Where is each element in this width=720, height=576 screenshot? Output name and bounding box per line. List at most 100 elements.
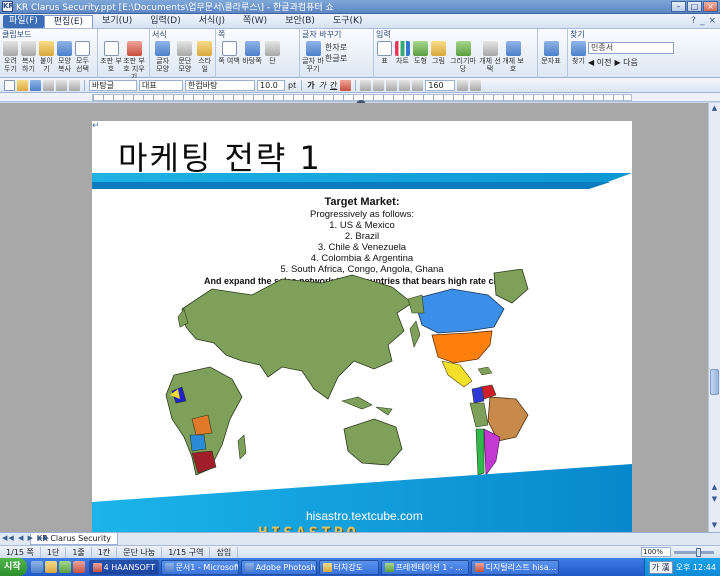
columns-button[interactable]: 단 xyxy=(264,40,281,65)
folder-icon[interactable] xyxy=(44,561,57,573)
menu-edit[interactable]: 편집(E) xyxy=(43,14,94,28)
close-button[interactable]: × xyxy=(703,1,718,12)
find-input[interactable]: 민종서 xyxy=(588,42,674,54)
scroll-prev-page-icon[interactable]: ▲ xyxy=(710,483,719,492)
table-button[interactable]: 표 xyxy=(376,40,393,73)
print-icon[interactable] xyxy=(43,79,54,91)
format-painter-button[interactable]: 모양 복사 xyxy=(56,40,73,73)
slide-page[interactable]: ↵ 마케팅 전략 1 Target Market: Progressively … xyxy=(92,121,632,532)
to-hangul-button[interactable]: 한글로 xyxy=(325,53,347,64)
style-button[interactable]: 스타일 xyxy=(197,40,213,73)
menu-view[interactable]: 보기(U) xyxy=(93,15,141,28)
paste-button[interactable]: 붙이기 xyxy=(38,40,55,73)
zoom-slider[interactable] xyxy=(674,547,714,557)
task-digital-list[interactable]: 디지털리스트 hisa... xyxy=(470,559,559,575)
picture-button[interactable]: 그림 xyxy=(430,40,447,73)
open-folder-icon[interactable] xyxy=(17,79,28,91)
caribbean-region xyxy=(477,366,493,376)
task-touch[interactable]: 터치강도 xyxy=(318,559,379,575)
indent-icon[interactable] xyxy=(457,79,469,91)
object-select-button[interactable]: 개체 선택 xyxy=(479,40,501,73)
status-insert-mode[interactable]: 삽입 xyxy=(210,546,239,558)
tab-nav-arrows[interactable]: ◀◀ ◀ ▶ ▶▶ xyxy=(2,534,50,542)
desktop-icon[interactable] xyxy=(58,561,71,573)
task-photoshop[interactable]: Adobe Photoshop... xyxy=(240,559,317,575)
cut-button[interactable]: 오려두기 xyxy=(2,40,19,73)
scroll-next-page-icon[interactable]: ▼ xyxy=(710,495,719,504)
zoom-knob[interactable] xyxy=(696,547,701,557)
watermark-text: HISASTRO xyxy=(258,523,359,532)
window-controls: – □ × xyxy=(671,1,718,12)
line-spacing-icon[interactable] xyxy=(412,79,424,91)
ie-icon[interactable] xyxy=(30,561,43,573)
find-next-button[interactable]: ▶ 다음 xyxy=(614,57,637,68)
page-corner-mark: ↵ xyxy=(92,121,100,131)
save-icon[interactable] xyxy=(30,79,41,91)
find-prev-button[interactable]: ◀ 이전 xyxy=(588,57,611,68)
font-size-input[interactable]: 10.0 xyxy=(257,79,285,91)
drawing-gallery-button[interactable]: 그리기마당 xyxy=(448,40,478,73)
document-area[interactable]: ↵ 마케팅 전략 1 Target Market: Progressively … xyxy=(0,103,708,532)
scroll-thumb[interactable] xyxy=(710,369,719,395)
to-hanja-button[interactable]: 한자로 xyxy=(325,42,347,53)
menu-format[interactable]: 서식(J) xyxy=(190,15,234,28)
para-shape-button[interactable]: 문단 모양 xyxy=(174,40,195,73)
copy-button[interactable]: 복사하기 xyxy=(20,40,37,73)
menu-security[interactable]: 보안(B) xyxy=(276,15,324,28)
menu-right-controls: ? _ × xyxy=(691,16,720,26)
master-page-button[interactable]: 바탕쪽 xyxy=(241,40,263,65)
char-replace-button[interactable]: 글자 바꾸기 xyxy=(302,40,324,73)
object-protect-button[interactable]: 개체 보호 xyxy=(502,40,524,73)
footer-url[interactable]: hisastro.textcube.com xyxy=(306,509,423,523)
clock[interactable]: 오후 12:44 xyxy=(676,562,716,573)
char-shape-button[interactable]: 글자 모양 xyxy=(152,40,173,73)
find-button[interactable]: 찾기 xyxy=(570,40,587,68)
outdent-icon[interactable] xyxy=(470,79,482,91)
new-doc-icon[interactable] xyxy=(4,79,15,91)
maximize-button[interactable]: □ xyxy=(687,1,702,12)
minimize-button[interactable]: – xyxy=(671,1,686,12)
media-icon[interactable] xyxy=(72,561,85,573)
undo-icon[interactable] xyxy=(56,79,67,91)
line-spacing-input[interactable]: 160 xyxy=(425,79,456,91)
status-page: 1/15 쪽 xyxy=(0,546,41,558)
underline-button[interactable]: 간 xyxy=(329,80,338,91)
menu-tools[interactable]: 도구(K) xyxy=(324,15,372,28)
redo-icon[interactable] xyxy=(69,79,80,91)
menu-file[interactable]: 파일(F) xyxy=(3,14,44,28)
task-haansoft[interactable]: 4 HAANSOFT ... xyxy=(88,559,159,575)
menu-insert[interactable]: 입력(D) xyxy=(141,15,190,28)
justify-icon[interactable] xyxy=(399,79,411,91)
align-center-icon[interactable] xyxy=(373,79,385,91)
task-presentation[interactable]: 프레젠테이션 1 - ... xyxy=(380,559,469,575)
canada-region xyxy=(413,288,505,334)
doc-minimize-icon[interactable]: _ xyxy=(700,16,705,26)
align-left-icon[interactable] xyxy=(360,79,372,91)
scroll-up-icon[interactable]: ▲ xyxy=(710,104,719,113)
bold-button[interactable]: 가 xyxy=(306,80,315,91)
vertical-scrollbar[interactable]: ▲ ▲ ▼ ▼ xyxy=(708,103,720,532)
clear-markers-button[interactable]: 조판 부호 지우기 xyxy=(123,40,145,81)
italic-button[interactable]: 가 xyxy=(318,80,327,91)
align-right-icon[interactable] xyxy=(386,79,398,91)
help-icon[interactable]: ? xyxy=(691,16,696,26)
task-word[interactable]: 문서1 - Microsoft ... xyxy=(160,559,239,575)
font-color-icon[interactable] xyxy=(340,79,352,91)
doc-close-icon[interactable]: × xyxy=(708,16,716,26)
page-margin-button[interactable]: 쪽 여백 xyxy=(218,40,240,65)
shape-button[interactable]: 도형 xyxy=(412,40,429,73)
style-select[interactable]: 바탕글 xyxy=(89,79,137,91)
ribbon: 클립보드 오려두기 복사하기 붙이기 모양 복사 모두 선택 조판 부호 조판 … xyxy=(0,29,720,81)
zoom-select[interactable]: 100% xyxy=(641,547,671,557)
symbols-button[interactable]: 문자표 xyxy=(540,40,562,65)
ime-indicator[interactable]: 가 漢 xyxy=(648,560,673,574)
show-markers-button[interactable]: 조판 부호 xyxy=(100,40,122,81)
menu-page[interactable]: 쪽(W) xyxy=(234,15,276,28)
footer-band: hisastro.textcube.com xyxy=(92,464,632,532)
language-select[interactable]: 대표 xyxy=(139,79,183,91)
select-all-button[interactable]: 모두 선택 xyxy=(74,40,91,73)
scroll-down-icon[interactable]: ▼ xyxy=(710,521,719,530)
chart-button[interactable]: 차트 xyxy=(394,40,411,73)
start-button[interactable]: 시작 xyxy=(0,558,27,576)
font-select[interactable]: 한컴바탕 xyxy=(185,79,255,91)
